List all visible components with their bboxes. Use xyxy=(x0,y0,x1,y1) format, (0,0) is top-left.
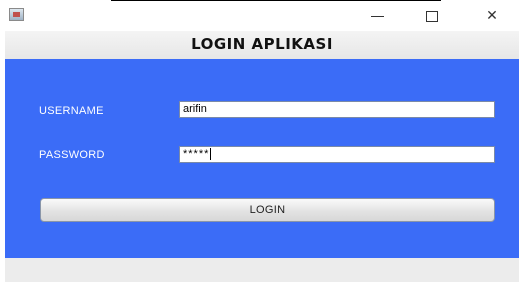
username-value: arifin xyxy=(183,103,207,115)
username-label: USERNAME xyxy=(39,105,104,117)
username-field[interactable]: arifin xyxy=(179,101,495,118)
login-panel: USERNAME arifin PASSWORD ***** LOGIN xyxy=(5,59,519,258)
minimize-button[interactable] xyxy=(357,6,397,26)
header-strip: LOGIN APLIKASI xyxy=(5,31,519,59)
close-icon: ✕ xyxy=(486,8,498,24)
maximize-icon xyxy=(426,10,438,22)
java-app-icon xyxy=(9,8,24,21)
footer-strip xyxy=(5,258,519,282)
title-bar-line xyxy=(111,0,441,1)
login-window: ✕ LOGIN APLIKASI USERNAME arifin PASSWOR… xyxy=(0,0,521,282)
close-button[interactable]: ✕ xyxy=(472,6,512,26)
password-label: PASSWORD xyxy=(39,149,105,161)
login-button[interactable]: LOGIN xyxy=(40,198,495,222)
password-field[interactable]: ***** xyxy=(179,146,495,163)
text-caret xyxy=(210,148,212,161)
minimize-icon xyxy=(370,15,384,17)
maximize-button[interactable] xyxy=(412,6,452,26)
title-bar: ✕ xyxy=(5,0,519,31)
page-title: LOGIN APLIKASI xyxy=(191,35,333,53)
password-value: ***** xyxy=(183,148,210,160)
